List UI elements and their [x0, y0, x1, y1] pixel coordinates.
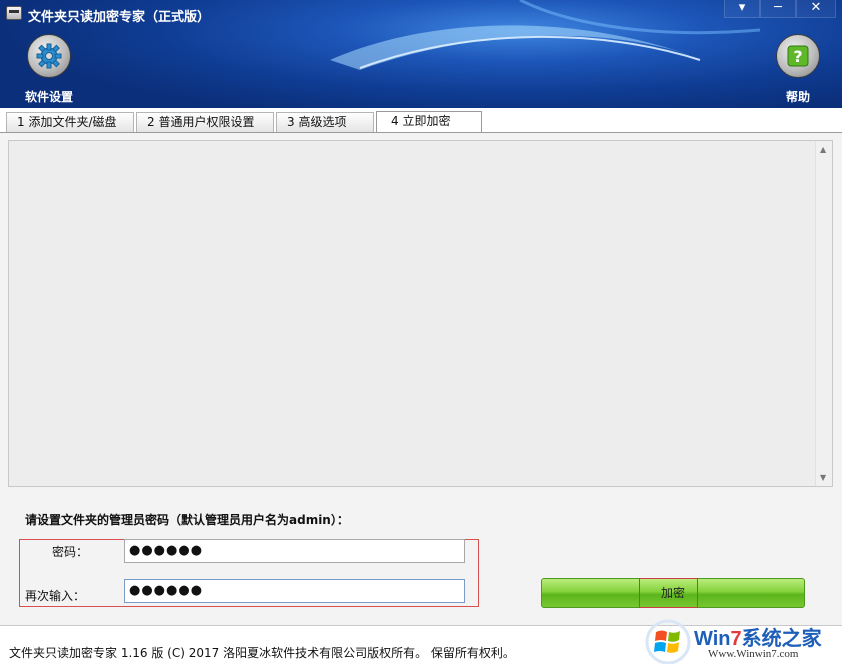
- app-icon: [6, 6, 22, 20]
- watermark-brand: Win7系统之家: [694, 622, 822, 651]
- copyright-text: 文件夹只读加密专家 1.16 版 (C) 2017 洛阳夏冰软件技术有限公司版权…: [9, 646, 515, 660]
- svg-text:?: ?: [793, 47, 802, 66]
- tab-user-permissions[interactable]: 2 普通用户权限设置: [136, 112, 274, 132]
- question-icon: ?: [776, 34, 820, 78]
- scroll-down-icon[interactable]: ▼: [820, 473, 826, 482]
- password-prompt: 请设置文件夹的管理员密码（默认管理员用户名为admin）：: [25, 513, 349, 527]
- help-label: 帮助: [785, 90, 810, 104]
- tab-advanced-options[interactable]: 3 高级选项: [276, 112, 374, 132]
- encrypt-button[interactable]: 加密: [541, 578, 805, 608]
- watermark-brand-suffix: 系统之家: [741, 628, 822, 650]
- header-banner: 文件夹只读加密专家（正式版） ▾ ─ ✕ 软件设置 ? 帮助: [0, 0, 842, 108]
- scroll-up-icon[interactable]: ▲: [820, 145, 826, 154]
- watermark-brand-seven: 7: [730, 628, 742, 650]
- watermark-url: Www.Winwin7.com: [708, 648, 799, 660]
- watermark-brand-prefix: Win: [694, 628, 731, 650]
- windows-flag-icon: [645, 619, 691, 665]
- minimize-button[interactable]: ─: [760, 0, 796, 18]
- settings-button[interactable]: 软件设置: [22, 34, 76, 105]
- settings-label: 软件设置: [24, 90, 73, 104]
- window-title: 文件夹只读加密专家（正式版）: [28, 10, 211, 25]
- close-button[interactable]: ✕: [796, 0, 836, 18]
- menu-dropdown-button[interactable]: ▾: [724, 0, 760, 18]
- help-button[interactable]: ? 帮助: [776, 34, 820, 105]
- tab-strip: 1 添加文件夹/磁盘 2 普通用户权限设置 3 高级选项 4 立即加密: [0, 108, 842, 133]
- gear-icon: [27, 34, 71, 78]
- confirm-label: 再次输入：: [25, 589, 86, 603]
- tab-encrypt-now[interactable]: 4 立即加密: [376, 111, 482, 133]
- confirm-password-field[interactable]: ●●●●●●: [124, 579, 465, 603]
- vertical-scrollbar[interactable]: ▲ ▼: [815, 141, 832, 486]
- password-label: 密码：: [52, 545, 89, 559]
- password-field[interactable]: ●●●●●●: [124, 539, 465, 563]
- encrypt-highlight-box: [639, 578, 698, 608]
- folder-listbox[interactable]: ▲ ▼: [8, 140, 833, 487]
- encrypt-panel: ▲ ▼ 请设置文件夹的管理员密码（默认管理员用户名为admin）： 密码： ●●…: [0, 133, 842, 625]
- tab-add-folder[interactable]: 1 添加文件夹/磁盘: [6, 112, 134, 132]
- window-controls: ▾ ─ ✕: [724, 0, 836, 18]
- watermark-logo: Win7系统之家 Www.Winwin7.com: [644, 618, 840, 666]
